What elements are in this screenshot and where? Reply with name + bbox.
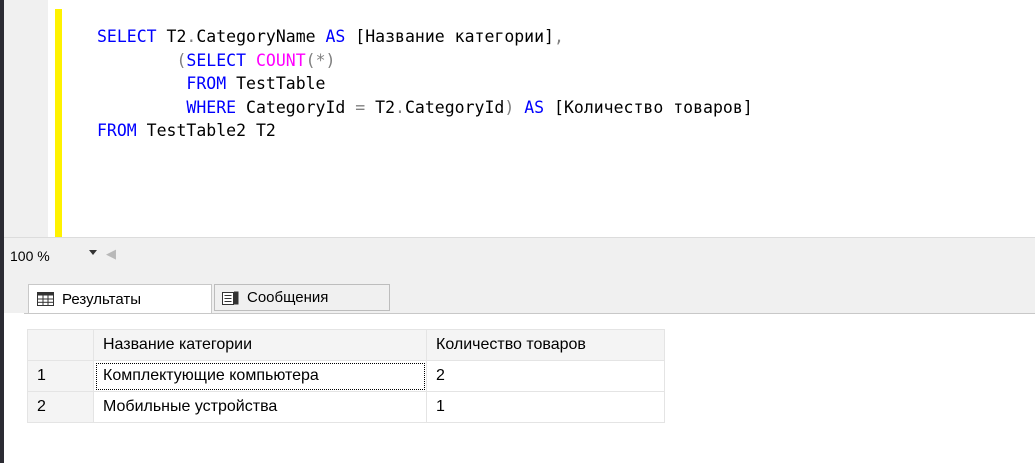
code-token: [Название категории] xyxy=(345,27,554,46)
code-token: WHERE xyxy=(186,97,237,117)
code-token: AS xyxy=(524,97,545,117)
code-token: T2 xyxy=(156,27,187,46)
code-token: FROM xyxy=(97,121,137,140)
code-token: T2 xyxy=(365,97,396,117)
code-token: SELECT xyxy=(97,27,157,46)
code-token: . xyxy=(186,27,197,46)
table-cell[interactable]: 1 xyxy=(426,391,665,423)
code-line[interactable]: FROM TestTable xyxy=(97,72,753,96)
code-token: ( xyxy=(176,50,187,70)
tab-messages[interactable]: Сообщения xyxy=(214,284,390,311)
messages-icon xyxy=(222,291,239,305)
sql-editor[interactable]: SELECT T2.CategoryName AS [Название кате… xyxy=(4,0,1035,237)
code-token: CategoryId xyxy=(236,97,356,117)
tab-messages-label: Сообщения xyxy=(247,289,329,306)
code-token: . xyxy=(395,97,405,117)
results-tab-strip: Результаты Сообщения xyxy=(4,272,1035,313)
code-token: (*) xyxy=(305,50,336,70)
grid-icon xyxy=(37,292,54,306)
editor-gutter xyxy=(4,0,48,237)
code-token: TestTable xyxy=(226,74,326,93)
code-line[interactable]: WHERE CategoryId = T2.CategoryId) AS [Ко… xyxy=(97,96,753,120)
code-token: [Количество товаров] xyxy=(544,97,753,117)
zoom-bar: 100 % ◀ xyxy=(4,237,1035,273)
zoom-dropdown-arrow-icon[interactable] xyxy=(89,250,97,255)
code-token: COUNT xyxy=(255,50,306,70)
code-line[interactable]: (SELECT COUNT(*) xyxy=(97,49,753,73)
sql-code[interactable]: SELECT T2.CategoryName AS [Название кате… xyxy=(97,25,753,143)
code-token: = xyxy=(355,97,366,117)
results-pane: Результаты Сообщения Название категории … xyxy=(4,272,1035,464)
row-number[interactable]: 1 xyxy=(27,360,94,392)
results-grid: Название категории Количество товаров 1 … xyxy=(27,329,665,423)
horizontal-scrollbar[interactable] xyxy=(118,248,1018,262)
results-grid-area: Название категории Количество товаров 1 … xyxy=(24,313,1035,464)
table-row: 2 Мобильные устройства 1 xyxy=(27,391,665,423)
table-cell[interactable]: 2 xyxy=(426,360,665,392)
table-cell[interactable]: Мобильные устройства xyxy=(93,391,427,423)
zoom-level[interactable]: 100 % xyxy=(10,248,50,264)
code-token: SELECT xyxy=(186,50,247,70)
code-line[interactable]: FROM TestTable2 T2 xyxy=(97,119,753,143)
code-token: TestTable2 T2 xyxy=(136,121,276,140)
column-header[interactable]: Количество товаров xyxy=(426,329,665,361)
tab-results-label: Результаты xyxy=(62,290,141,308)
code-line[interactable]: SELECT T2.CategoryName AS [Название кате… xyxy=(97,25,753,49)
grid-header-row: Название категории Количество товаров xyxy=(27,329,665,361)
scroll-left-icon[interactable]: ◀ xyxy=(106,246,116,262)
change-tracking-bar xyxy=(55,9,62,237)
code-token: CategoryName xyxy=(196,27,326,46)
code-token: CategoryId xyxy=(404,97,505,117)
code-token: AS xyxy=(325,27,346,46)
code-token: , xyxy=(554,27,564,46)
column-header[interactable]: Название категории xyxy=(93,329,427,361)
tab-results[interactable]: Результаты xyxy=(28,284,212,313)
row-number[interactable]: 2 xyxy=(27,391,94,423)
table-row: 1 Комплектующие компьютера 2 xyxy=(27,360,665,392)
table-cell[interactable]: Комплектующие компьютера xyxy=(93,360,427,392)
row-number-header[interactable] xyxy=(27,329,94,361)
code-token: ) xyxy=(504,97,525,117)
code-token: FROM xyxy=(186,74,227,93)
